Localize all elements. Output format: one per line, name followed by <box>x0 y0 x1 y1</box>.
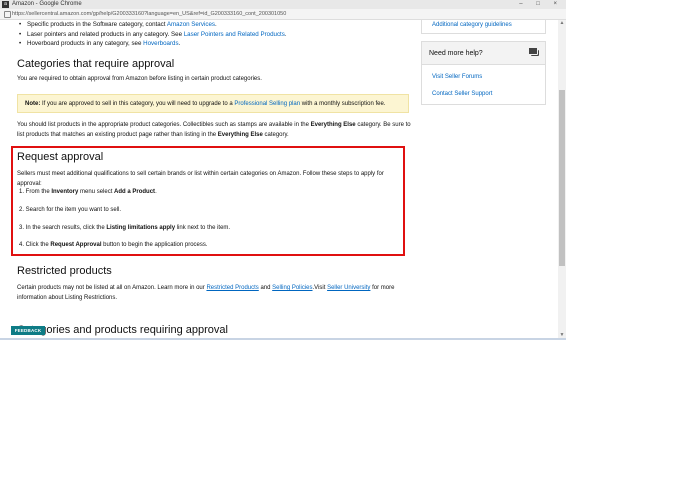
window-title: Amazon - Google Chrome <box>12 1 82 7</box>
requiring-approval-heading: Categories and products requiring approv… <box>17 324 228 336</box>
window-controls[interactable]: – □ × <box>519 0 563 9</box>
categories-intro: You are required to obtain approval from… <box>17 76 262 82</box>
url-text[interactable]: https://sellercentral.amazon.com/gp/help… <box>12 9 286 19</box>
vertical-scrollbar[interactable]: ▲ ▼ <box>558 20 566 338</box>
step-4: 4. Click the Request Approval button to … <box>19 242 208 248</box>
categories-heading: Categories that require approval <box>17 58 175 70</box>
categories-paragraph: You should list products in the appropri… <box>17 122 411 138</box>
request-approval-intro: Sellers must meet additional qualificati… <box>17 171 384 187</box>
step-3: 3. In the search results, click the List… <box>19 225 231 231</box>
page-content: Specific products in the Software catego… <box>0 20 556 338</box>
seller-university-link[interactable]: Seller University <box>327 285 370 291</box>
scrollbar-thumb[interactable] <box>559 90 565 266</box>
guidelines-box: Additional category guidelines <box>421 20 546 34</box>
amazon-services-link[interactable]: Amazon Services <box>167 21 215 28</box>
seller-forums-link[interactable]: Visit Seller Forums <box>432 74 482 80</box>
chat-icon <box>528 47 539 56</box>
seller-support-link[interactable]: Contact Seller Support <box>432 91 492 97</box>
title-bar: a Amazon - Google Chrome – □ × <box>0 0 566 9</box>
taskbar <box>0 338 566 340</box>
restricted-products-link[interactable]: Restricted Products <box>206 285 258 291</box>
note-banner: Note: If you are approved to sell in thi… <box>17 94 409 113</box>
feedback-button[interactable]: FEEDBACK <box>11 326 45 335</box>
professional-plan-link[interactable]: Professional Selling plan <box>234 101 300 107</box>
hoverboards-link[interactable]: Hoverboards <box>143 40 178 47</box>
app-icon: a <box>2 1 9 8</box>
address-bar[interactable]: https://sellercentral.amazon.com/gp/help… <box>0 9 566 20</box>
scroll-up-icon[interactable]: ▲ <box>558 20 566 26</box>
help-heading: Need more help? <box>422 42 545 65</box>
selling-policies-link[interactable]: Selling Policies <box>272 285 312 291</box>
list-item: Laser pointers and related products in a… <box>19 30 412 40</box>
browser-window: a Amazon - Google Chrome – □ × https://s… <box>0 0 566 340</box>
step-1: 1. From the Inventory menu select Add a … <box>19 189 157 195</box>
restricted-paragraph: Certain products may not be listed at al… <box>17 285 395 301</box>
category-guidelines-link[interactable]: Additional category guidelines <box>432 22 512 28</box>
main-column: Specific products in the Software catego… <box>11 20 412 336</box>
list-item: Hoverboard products in any category, see… <box>19 39 412 49</box>
laser-pointers-link[interactable]: Laser Pointers and Related Products <box>184 31 285 38</box>
request-approval-heading: Request approval <box>17 151 104 163</box>
restricted-heading: Restricted products <box>17 265 112 277</box>
step-2: 2. Search for the item you want to sell. <box>19 207 122 213</box>
help-box: Need more help? Visit Seller Forums Cont… <box>421 41 546 105</box>
bullet-list: Specific products in the Software catego… <box>17 20 412 49</box>
list-item: Specific products in the Software catego… <box>19 20 412 30</box>
lock-icon <box>4 11 11 18</box>
